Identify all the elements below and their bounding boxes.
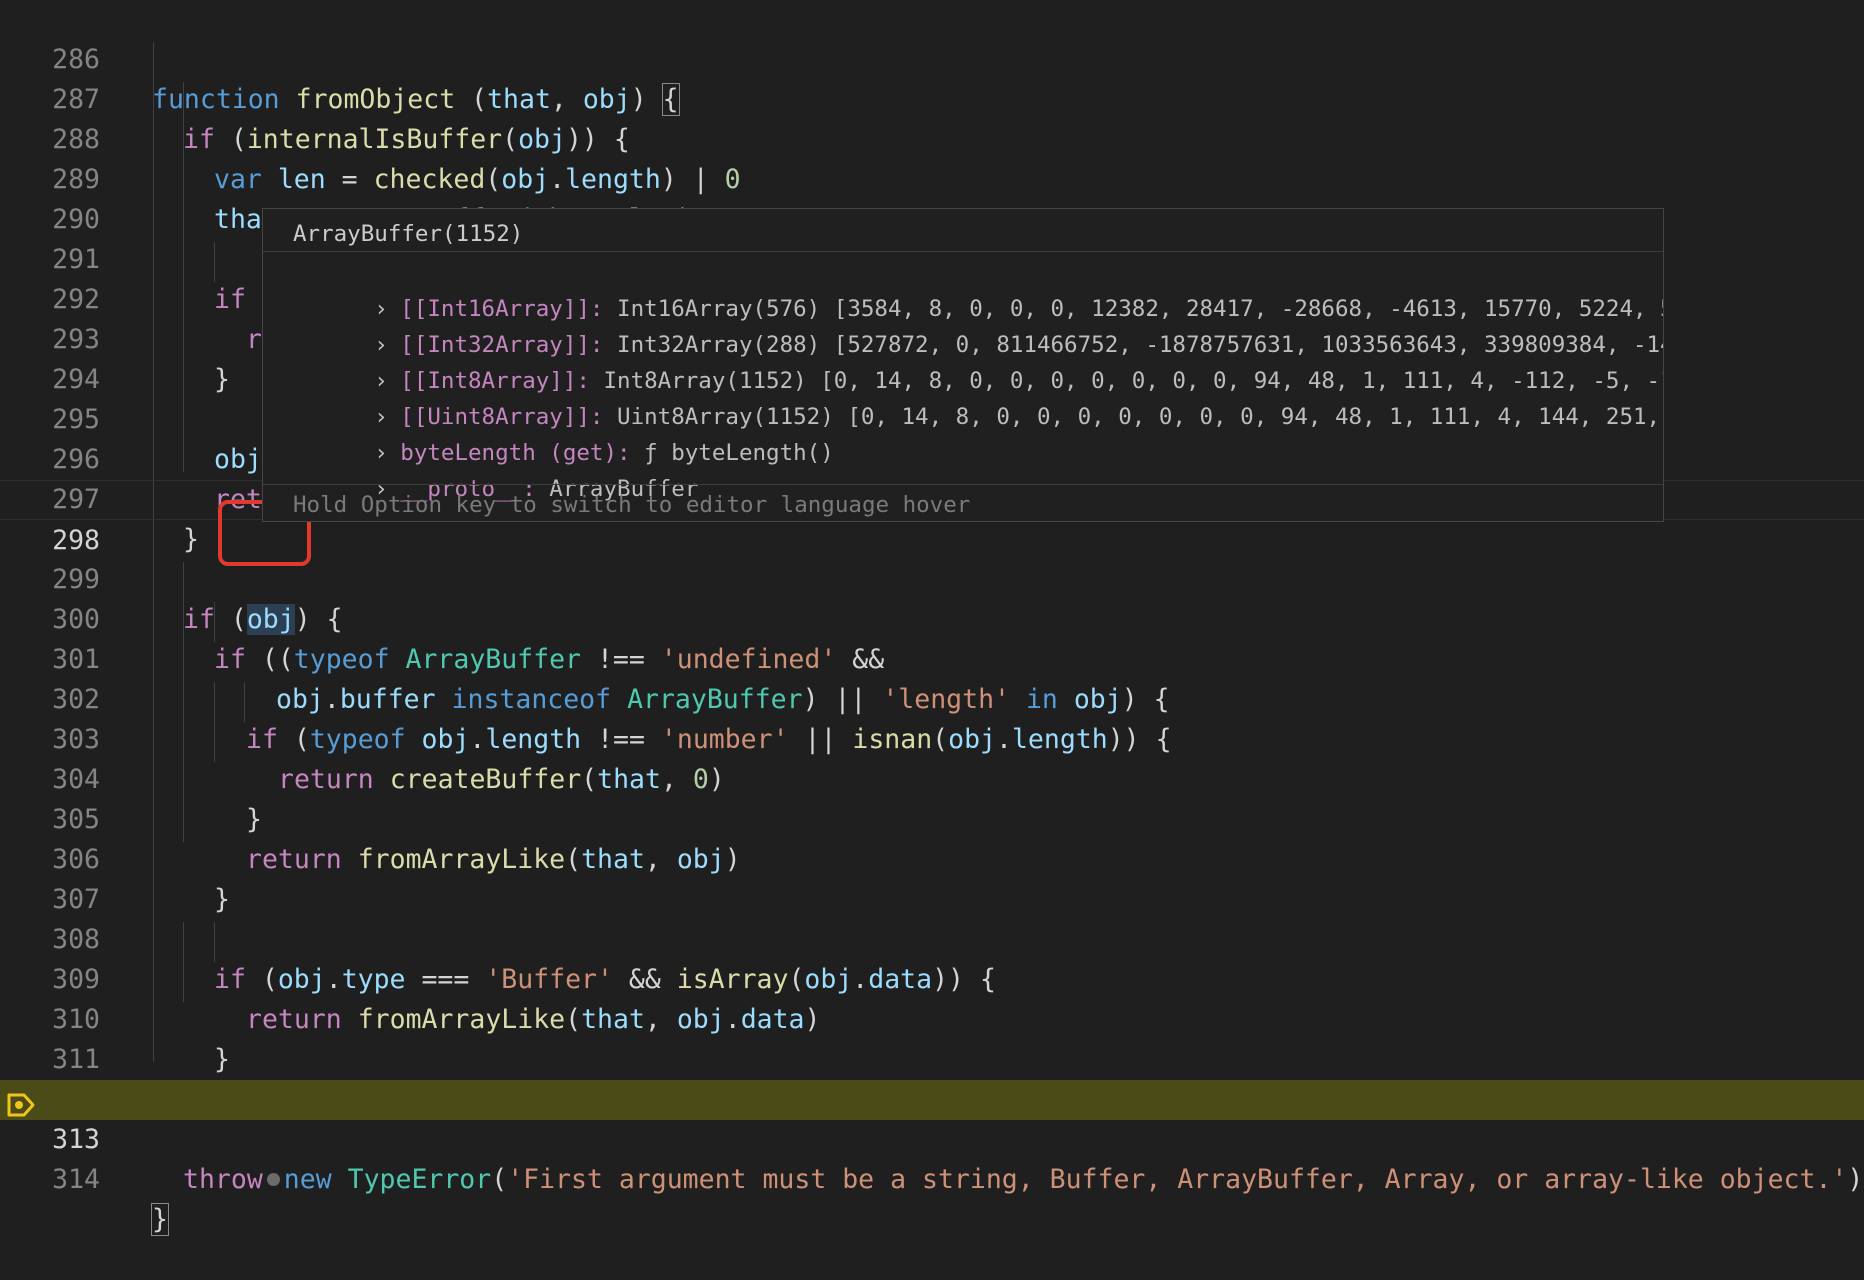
inline-breakpoint-icon[interactable] xyxy=(266,1172,280,1186)
hover-tree-item[interactable]: › __proto__: ArrayBuffer xyxy=(293,435,698,502)
code-line[interactable]: 286 function fromObject (that, obj) { xyxy=(0,0,1864,116)
code-line[interactable]: 289 that = createBuffer(that, len) xyxy=(0,120,1864,235)
code-token: ( xyxy=(491,1164,508,1195)
code-line[interactable]: 287 if (internalIsBuffer(obj)) { xyxy=(0,40,1864,155)
paused-breakpoint-icon[interactable] xyxy=(6,1092,36,1118)
debug-hover-popup[interactable]: ArrayBuffer(1152) › [[Int16Array]]: Int16… xyxy=(262,208,1664,522)
code-line[interactable]: 309 return fromArrayLike(that, obj.data) xyxy=(0,920,1864,1035)
code-line[interactable]: 304 } xyxy=(0,720,1864,835)
code-line[interactable]: 290 xyxy=(0,160,1864,235)
hover-title: ArrayBuffer(1152) xyxy=(293,221,524,247)
code-token: ) xyxy=(1847,1164,1864,1195)
line-number: 314 xyxy=(52,1164,100,1195)
matching-bracket: } xyxy=(151,1203,169,1236)
code-token: throw xyxy=(183,1164,263,1195)
code-editor[interactable]: 286 function fromObject (that, obj) { 28… xyxy=(0,0,1864,1236)
hover-tree-item[interactable]: › byteLength (get): ƒ byteLength() xyxy=(293,399,834,466)
code-token: TypeError xyxy=(347,1164,492,1195)
code-line[interactable]: 305 return fromArrayLike(that, obj) xyxy=(0,760,1864,875)
code-line[interactable]: 300 if ((typeof ArrayBuffer !== 'undefin… xyxy=(0,560,1864,675)
hover-tree-item[interactable]: › [[Int16Array]]: Int16Array(576) [3584, … xyxy=(293,255,1663,322)
hover-tree-item[interactable]: › [[Int32Array]]: Int32Array(288) [527872… xyxy=(293,291,1663,358)
code-token: 'First argument must be a string, Buffer… xyxy=(507,1164,1848,1195)
code-line[interactable]: 301 obj.buffer instanceof ArrayBuffer) |… xyxy=(0,600,1864,715)
paused-execution-line[interactable]: 313 throw new TypeError('First argument m… xyxy=(0,1080,1864,1195)
code-line[interactable]: 312 xyxy=(0,1040,1864,1115)
code-line[interactable]: 308 if (obj.type === 'Buffer' && isArray… xyxy=(0,880,1864,995)
divider xyxy=(263,484,1663,485)
code-line[interactable]: 306 } xyxy=(0,800,1864,915)
hover-footer-hint: Hold Option key to switch to editor lang… xyxy=(293,492,971,518)
code-line[interactable]: 302 if (typeof obj.length !== 'number' |… xyxy=(0,640,1864,755)
code-line[interactable]: 310 } xyxy=(0,960,1864,1075)
code-line[interactable]: 307 xyxy=(0,840,1864,915)
code-line[interactable]: 311 } xyxy=(0,1000,1864,1115)
code-token: new xyxy=(283,1164,332,1195)
hover-tree-item[interactable]: › [[Int8Array]]: Int8Array(1152) [0, 14, … xyxy=(293,327,1663,394)
code-line[interactable]: 303 return createBuffer(that, 0) xyxy=(0,680,1864,795)
code-line[interactable]: 288 var len = checked(obj.length) | 0 xyxy=(0,80,1864,195)
code-line[interactable]: 314 } xyxy=(0,1120,1864,1236)
hover-tree-item[interactable]: › [[Uint8Array]]: Uint8Array(1152) [0, 14… xyxy=(293,363,1663,430)
divider xyxy=(263,251,1663,252)
